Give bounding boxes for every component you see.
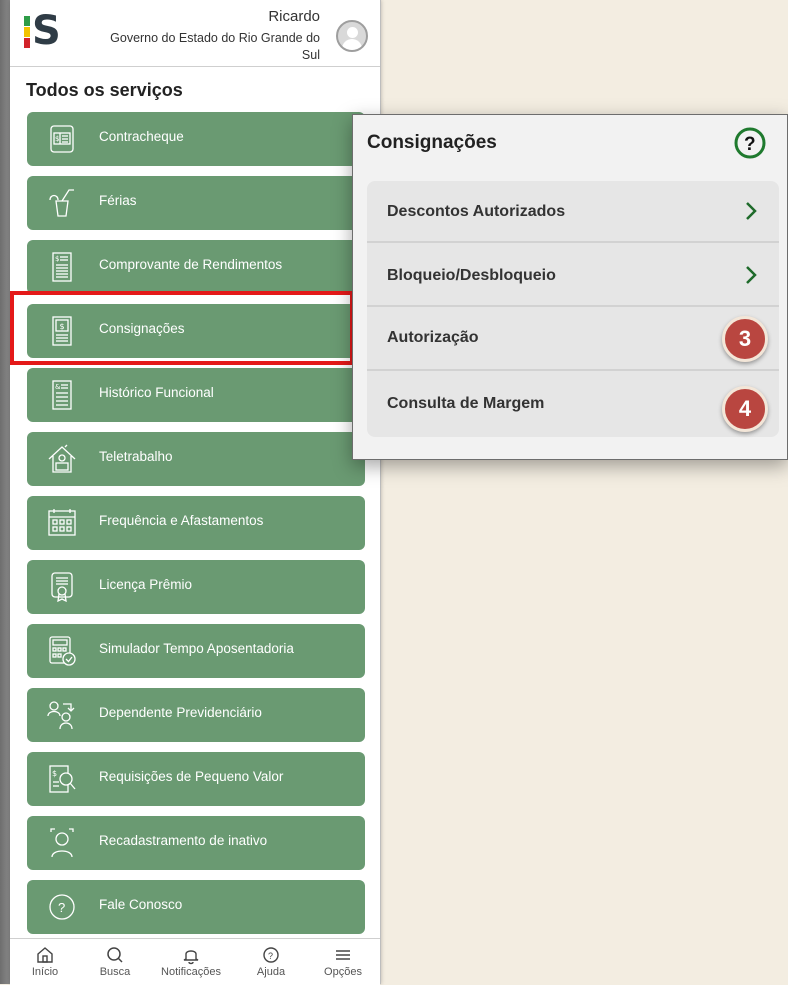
svg-text:$: $	[55, 135, 59, 143]
avatar[interactable]	[336, 20, 368, 52]
service-label: Frequência e Afastamentos	[99, 513, 264, 528]
service-label: Teletrabalho	[99, 449, 173, 464]
option-label: Consulta de Margem	[387, 395, 545, 412]
nav-inicio[interactable]: Início	[10, 941, 80, 978]
service-label: Dependente Previdenciário	[99, 705, 262, 720]
beach-drink-icon	[49, 189, 74, 217]
service-label: Recadastramento de inativo	[99, 833, 268, 848]
nav-opcoes[interactable]: Opções	[308, 941, 378, 978]
service-label: Comprovante de Rendimentos	[99, 257, 283, 272]
service-label: Simulador Tempo Aposentadoria	[99, 641, 294, 656]
service-licenca-premio[interactable]: Licença Prêmio	[27, 560, 365, 614]
background-edge	[0, 0, 10, 984]
help-circle-icon: ?	[49, 894, 75, 920]
service-label: Licença Prêmio	[99, 577, 193, 592]
search-icon	[107, 947, 123, 963]
home-icon	[37, 947, 53, 963]
nav-label: Notificações	[161, 966, 221, 978]
calendar-grid-icon	[48, 509, 76, 536]
service-teletrabalho[interactable]: Teletrabalho	[27, 432, 365, 486]
mobile-app-screen: S Ricardo Governo do Estado do Rio Grand…	[10, 0, 381, 985]
service-historico-funcional[interactable]: & Histórico Funcional	[27, 368, 365, 422]
help-icon: ?	[263, 947, 279, 963]
service-dependente-previdenciario[interactable]: Dependente Previdenciário	[27, 688, 365, 742]
option-consulta-margem[interactable]: Consulta de Margem	[367, 373, 779, 435]
calculator-check-icon	[49, 636, 76, 666]
svg-text:?: ?	[268, 951, 273, 961]
money-search-icon: $	[49, 765, 76, 793]
app-header: S Ricardo Governo do Estado do Rio Grand…	[10, 0, 380, 67]
history-document-icon: &	[52, 380, 72, 410]
nav-busca[interactable]: Busca	[80, 941, 150, 978]
consignacoes-highlight-box	[10, 291, 354, 365]
option-autorizacao[interactable]: Autorização	[367, 309, 779, 371]
income-statement-icon: $	[52, 252, 72, 282]
option-label: Autorização	[387, 329, 479, 346]
bottom-navigation: Início Busca Notificações ? Ajuda Opções	[10, 938, 380, 985]
service-comprovante-rendimentos[interactable]: $ Comprovante de Rendimentos	[27, 240, 365, 294]
face-scan-icon	[50, 828, 74, 858]
award-certificate-icon	[51, 572, 73, 602]
section-title: Todos os serviços	[26, 80, 183, 100]
svg-text:$: $	[55, 255, 59, 263]
option-descontos-autorizados[interactable]: Descontos Autorizados	[367, 181, 779, 243]
service-fale-conosco[interactable]: ? Fale Conosco	[27, 880, 365, 934]
step-badge-4: 4	[722, 386, 768, 432]
nav-ajuda[interactable]: ? Ajuda	[236, 941, 306, 978]
avatar-torso	[342, 39, 362, 50]
svg-text:$: $	[52, 769, 57, 778]
panel-options-list: Descontos Autorizados Bloqueio/Desbloque…	[367, 181, 779, 437]
avatar-head	[347, 27, 358, 38]
user-name: Ricardo	[268, 8, 320, 25]
nav-label: Opções	[324, 966, 362, 978]
chevron-right-icon	[746, 266, 757, 284]
service-contracheque[interactable]: $ Contracheque	[27, 112, 365, 166]
nav-label: Ajuda	[256, 966, 286, 978]
svg-text:?: ?	[744, 134, 756, 155]
option-bloqueio-desbloqueio[interactable]: Bloqueio/Desbloqueio	[367, 245, 779, 307]
app-logo[interactable]: S	[24, 8, 78, 54]
svg-text:&: &	[55, 383, 61, 391]
help-icon[interactable]: ?	[733, 126, 767, 160]
step-badge-3: 3	[722, 316, 768, 362]
service-label: Requisições de Pequeno Valor	[99, 769, 284, 784]
service-label: Fale Conosco	[99, 897, 183, 912]
service-label: Histórico Funcional	[99, 385, 214, 400]
logo-letter: S	[32, 8, 61, 54]
svg-text:?: ?	[58, 900, 65, 915]
panel-title: Consignações	[367, 132, 497, 153]
chevron-right-icon	[746, 202, 757, 220]
nav-notificacoes[interactable]: Notificações	[156, 941, 226, 978]
service-ferias[interactable]: Férias	[27, 176, 365, 230]
logo-green-bar	[24, 16, 30, 26]
nav-label: Busca	[99, 966, 131, 978]
home-office-icon	[48, 444, 76, 473]
menu-icon	[336, 950, 350, 960]
service-simulador-aposentadoria[interactable]: Simulador Tempo Aposentadoria	[27, 624, 365, 678]
dependents-icon	[47, 701, 75, 730]
service-requisicoes-pequeno-valor[interactable]: $ Requisições de Pequeno Valor	[27, 752, 365, 806]
service-label: Férias	[99, 193, 137, 208]
logo-yellow-bar	[24, 27, 30, 37]
service-frequencia-afastamentos[interactable]: Frequência e Afastamentos	[27, 496, 365, 550]
paycheck-icon: $	[50, 125, 74, 153]
option-label: Bloqueio/Desbloqueio	[387, 267, 556, 284]
logo-red-bar	[24, 38, 30, 48]
organization-name: Governo do Estado do Rio Grande do Sul	[110, 31, 320, 62]
service-label: Contracheque	[99, 129, 184, 144]
nav-label: Início	[31, 966, 59, 978]
option-label: Descontos Autorizados	[387, 203, 566, 220]
bell-icon	[183, 950, 199, 965]
service-recadastramento-inativo[interactable]: Recadastramento de inativo	[27, 816, 365, 870]
